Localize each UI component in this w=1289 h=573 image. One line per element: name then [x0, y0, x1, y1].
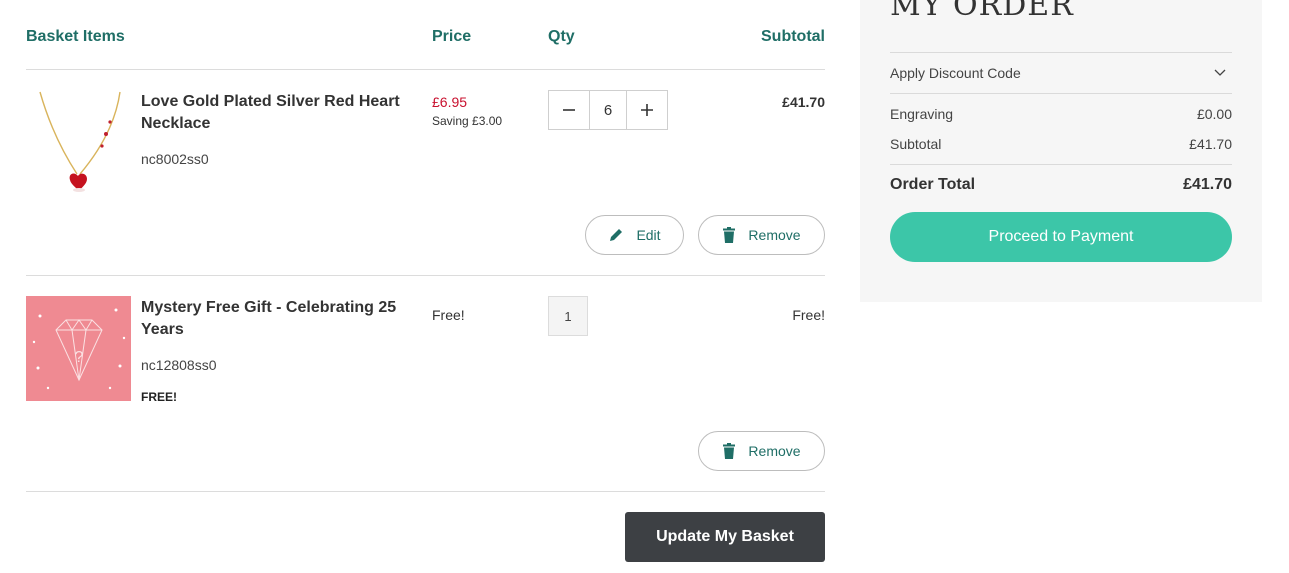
engraving-row: Engraving £0.00 — [890, 106, 1232, 122]
summary-title: MY ORDER — [890, 0, 1074, 23]
basket-row-necklace: Love Gold Plated Silver Red Heart Neckla… — [26, 70, 825, 276]
order-total-value: £41.70 — [1183, 176, 1232, 193]
basket-table: Basket Items Price Qty Subtotal Love Gol… — [26, 0, 825, 492]
chevron-down-icon — [1214, 69, 1226, 76]
divider — [890, 164, 1232, 165]
engraving-value: £0.00 — [1196, 106, 1232, 122]
quantity-display: 1 — [548, 296, 588, 336]
item-subtotal: £41.70 — [782, 94, 825, 110]
engraving-label: Engraving — [890, 106, 954, 122]
remove-label: Remove — [748, 227, 801, 243]
order-total-row: Order Total £41.70 — [890, 176, 1232, 194]
item-title[interactable]: Love Gold Plated Silver Red Heart Neckla… — [141, 91, 406, 135]
quantity-input[interactable]: 6 — [589, 91, 627, 129]
item-subtotal: Free! — [792, 307, 825, 323]
proceed-to-payment-button[interactable]: Proceed to Payment — [890, 212, 1232, 262]
subtotal-row: Subtotal £41.70 — [890, 136, 1232, 152]
item-sku: nc12808ss0 — [141, 357, 217, 373]
item-price: £6.95 — [432, 94, 468, 110]
remove-label: Remove — [748, 443, 801, 459]
trash-icon — [723, 227, 736, 243]
remove-button[interactable]: Remove — [698, 431, 825, 471]
subtotal-value: £41.70 — [1189, 136, 1232, 152]
basket-header: Basket Items Price Qty Subtotal — [26, 0, 825, 70]
mystery-diamond-image[interactable]: ? — [26, 296, 131, 401]
heart-necklace-image[interactable] — [26, 90, 131, 195]
basket-row-mystery-gift: ? Mystery Free Gift - Celebrating 25 Yea… — [26, 276, 825, 492]
header-qty: Qty — [548, 28, 575, 45]
pencil-icon — [610, 229, 623, 241]
remove-button[interactable]: Remove — [698, 215, 825, 255]
header-price: Price — [432, 28, 472, 45]
edit-label: Edit — [636, 227, 661, 243]
plus-icon — [641, 104, 653, 116]
free-tag: FREE! — [141, 390, 177, 404]
subtotal-label: Subtotal — [890, 136, 942, 152]
header-basket-items: Basket Items — [26, 28, 125, 45]
item-price: Free! — [432, 307, 465, 323]
divider — [890, 93, 1232, 94]
item-sku: nc8002ss0 — [141, 151, 209, 167]
item-title[interactable]: Mystery Free Gift - Celebrating 25 Years — [141, 297, 406, 341]
update-basket-button[interactable]: Update My Basket — [625, 512, 825, 562]
trash-icon — [723, 443, 736, 459]
order-summary: MY ORDER Apply Discount Code Engraving £… — [860, 0, 1262, 302]
increase-qty-button[interactable] — [627, 91, 667, 129]
edit-button[interactable]: Edit — [585, 215, 684, 255]
minus-icon — [563, 109, 575, 111]
header-subtotal: Subtotal — [761, 28, 825, 45]
order-total-label: Order Total — [890, 176, 976, 193]
decrease-qty-button[interactable] — [549, 91, 589, 129]
discount-label: Apply Discount Code — [890, 65, 1021, 81]
apply-discount-toggle[interactable]: Apply Discount Code — [890, 53, 1232, 93]
svg-text:?: ? — [75, 349, 84, 366]
item-saving: Saving £3.00 — [432, 114, 503, 128]
quantity-stepper: 6 — [548, 90, 668, 130]
